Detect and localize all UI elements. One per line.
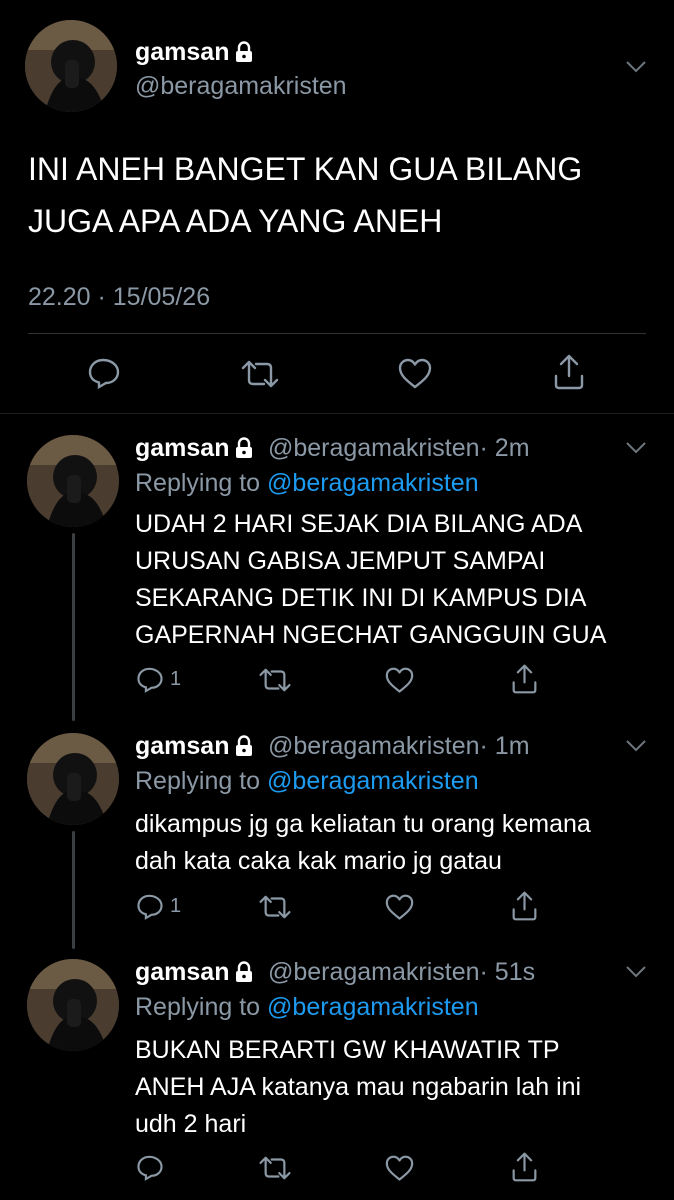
avatar[interactable] (27, 959, 119, 1051)
reply-icon (136, 666, 164, 693)
reply-icon (87, 357, 121, 389)
reply-time[interactable]: · 51s (480, 958, 536, 986)
reply-header: gamsan @beragamakristen· 2m (135, 434, 530, 464)
replying-to-prefix: Replying to (135, 993, 261, 1021)
lock-icon (235, 735, 253, 762)
retweet-button[interactable] (258, 1156, 292, 1180)
reply-header: gamsan @beragamakristen· 1m (135, 732, 530, 762)
share-icon (511, 891, 538, 921)
reply-button[interactable] (87, 357, 121, 389)
replying-to: Replying to @beragamakristen (135, 469, 479, 498)
display-name[interactable]: gamsan (135, 38, 253, 70)
reply-text-line: ANEH AJA katanya mau ngabarin lah ini (135, 1073, 582, 1101)
reply-time[interactable]: · 1m (480, 732, 530, 760)
avatar[interactable] (27, 435, 119, 527)
replying-to: Replying to @beragamakristen (135, 767, 479, 796)
mention-link[interactable]: @beragamakristen (267, 767, 479, 795)
display-name[interactable]: gamsan (135, 434, 229, 462)
reply-text-line: BUKAN BERARTI GW KHAWATIR TP (135, 1036, 560, 1064)
divider (0, 413, 674, 414)
retweet-button[interactable] (240, 360, 280, 388)
reply-text-line: udh 2 hari (135, 1110, 247, 1138)
reply-text: UDAH 2 HARI SEJAK DIA BILANG ADA URUSAN … (135, 506, 606, 654)
reply-text-line: GAPERNAH NGECHAT GANGGUIN GUA (135, 621, 607, 649)
tweet-text-line: INI ANEH BANGET KAN GUA BILANG (28, 151, 583, 187)
like-button[interactable] (385, 894, 414, 921)
reply-header: gamsan @beragamakristen· 51s (135, 958, 535, 988)
divider (28, 333, 646, 334)
chevron-down-icon[interactable] (625, 965, 647, 979)
retweet-icon (258, 895, 292, 919)
heart-icon (398, 358, 432, 390)
mention-link[interactable]: @beragamakristen (267, 469, 479, 497)
lock-icon (235, 41, 253, 70)
like-button[interactable] (385, 667, 414, 694)
reply-time[interactable]: · 2m (480, 434, 530, 462)
display-name[interactable]: gamsan (135, 958, 229, 986)
share-button[interactable] (511, 891, 538, 921)
reply-button[interactable]: 1 (136, 893, 181, 920)
lock-icon (235, 437, 253, 464)
lock-icon (235, 961, 253, 988)
tweet-text-line: JUGA APA ADA YANG ANEH (28, 203, 443, 239)
replying-to: Replying to @beragamakristen (135, 993, 479, 1022)
chevron-down-icon[interactable] (625, 739, 647, 753)
tweet-timestamp[interactable]: 22.20 · 15/05/26 (28, 283, 210, 312)
reply-text-line: dikampus jg ga keliatan tu orang kemana (135, 810, 591, 838)
like-button[interactable] (385, 1155, 414, 1182)
replying-to-prefix: Replying to (135, 767, 261, 795)
heart-icon (385, 894, 414, 921)
share-icon (553, 354, 585, 390)
reply-count: 1 (170, 895, 182, 917)
share-button[interactable] (511, 1152, 538, 1182)
user-handle[interactable]: @beragamakristen (268, 434, 480, 462)
share-icon (511, 664, 538, 694)
reply-text-line: UDAH 2 HARI SEJAK DIA BILANG ADA (135, 510, 583, 538)
user-handle[interactable]: @beragamakristen (135, 72, 347, 101)
retweet-icon (258, 668, 292, 692)
retweet-button[interactable] (258, 895, 292, 919)
reply-text: BUKAN BERARTI GW KHAWATIR TP ANEH AJA ka… (135, 1032, 581, 1143)
reply-text: dikampus jg ga keliatan tu orang kemana … (135, 806, 591, 880)
share-icon (511, 1152, 538, 1182)
like-button[interactable] (398, 358, 432, 390)
mention-link[interactable]: @beragamakristen (267, 993, 479, 1021)
reply-icon (136, 1154, 164, 1181)
tweet-text: INI ANEH BANGET KAN GUA BILANG JUGA APA … (28, 143, 582, 247)
reply-text-line: SEKARANG DETIK INI DI KAMPUS DIA (135, 584, 587, 612)
reply-button[interactable]: 1 (136, 666, 181, 693)
retweet-icon (240, 360, 280, 388)
replying-to-prefix: Replying to (135, 469, 261, 497)
share-button[interactable] (511, 664, 538, 694)
heart-icon (385, 1155, 414, 1182)
chevron-down-icon[interactable] (625, 441, 647, 455)
reply-icon (136, 893, 164, 920)
reply-text-line: URUSAN GABISA JEMPUT SAMPAI (135, 547, 546, 575)
display-name[interactable]: gamsan (135, 732, 229, 760)
share-button[interactable] (553, 354, 585, 390)
avatar[interactable] (27, 733, 119, 825)
thread-line (72, 831, 75, 949)
reply-text-line: dah kata caka kak mario jg gatau (135, 847, 502, 875)
chevron-down-icon[interactable] (625, 60, 647, 74)
user-handle[interactable]: @beragamakristen (268, 958, 480, 986)
user-handle[interactable]: @beragamakristen (268, 732, 480, 760)
retweet-icon (258, 1156, 292, 1180)
display-name-text: gamsan (135, 38, 230, 66)
thread-line (72, 533, 75, 721)
retweet-button[interactable] (258, 668, 292, 692)
reply-count: 1 (170, 668, 182, 690)
reply-button[interactable] (136, 1154, 170, 1181)
avatar[interactable] (25, 20, 117, 112)
heart-icon (385, 667, 414, 694)
